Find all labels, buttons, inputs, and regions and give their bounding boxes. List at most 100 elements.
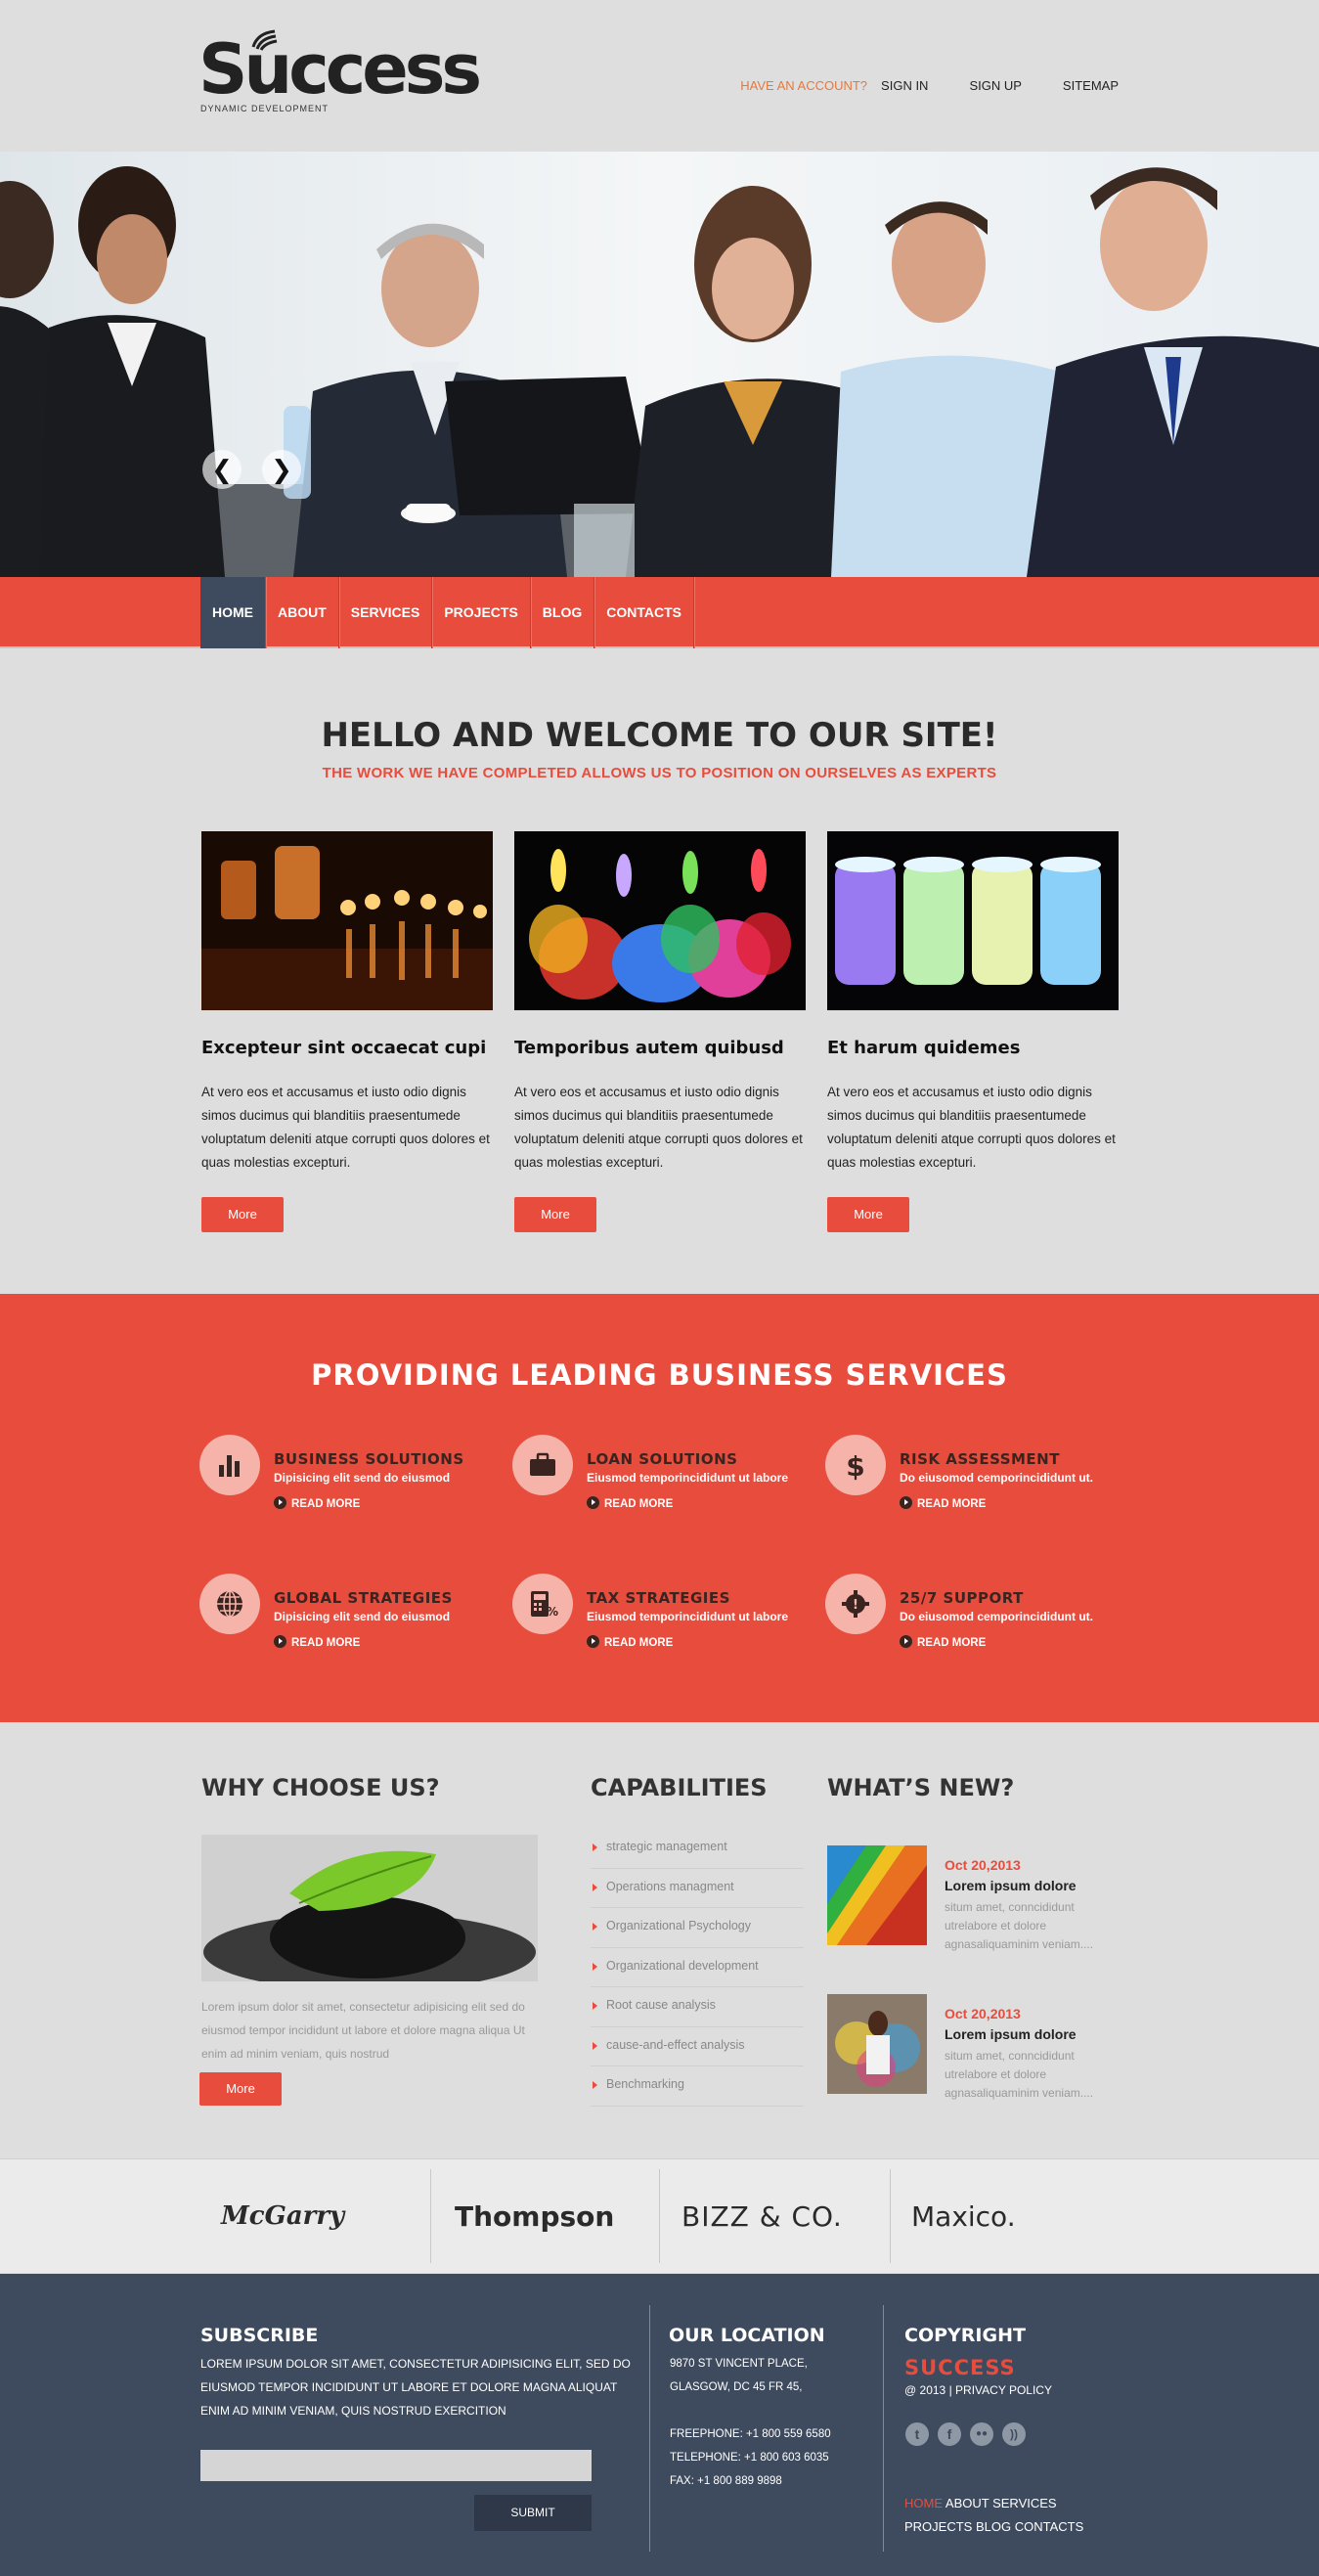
capability-item[interactable]: strategic management bbox=[591, 1829, 804, 1869]
header: Success DYNAMIC DEVELOPMENT HAVE AN ACCO… bbox=[0, 0, 1319, 152]
footer-link-blog[interactable]: BLOG bbox=[976, 2519, 1011, 2534]
footer-links-row-1: HOME ABOUT SERVICES bbox=[904, 2492, 1057, 2515]
sign-up-link[interactable]: SIGN UP bbox=[969, 78, 1021, 98]
main-nav: HOME ABOUT SERVICES PROJECTS BLOG CONTAC… bbox=[0, 577, 1319, 648]
bar-chart-icon bbox=[199, 1435, 260, 1495]
service-read-more[interactable]: READ MORE bbox=[274, 1496, 360, 1510]
support-gear-icon: ! bbox=[825, 1574, 886, 1634]
service-read-more[interactable]: READ MORE bbox=[587, 1635, 673, 1649]
location-telephone: TELEPHONE: +1 800 603 6035 bbox=[670, 2452, 829, 2464]
feature-text: At vero eos et accusamus et iusto odio d… bbox=[827, 1085, 1116, 1170]
nav-about[interactable]: ABOUT bbox=[266, 577, 339, 648]
subscribe-email-input[interactable] bbox=[200, 2450, 592, 2481]
service-item: BUSINESS SOLUTIONS Dipisicing elit send … bbox=[199, 1435, 493, 1513]
news-item: Oct 20,2013 Lorem ipsum dolore situm ame… bbox=[827, 1994, 1121, 2102]
arrow-circle-icon bbox=[274, 1635, 286, 1648]
why-more-button[interactable]: More bbox=[199, 2072, 282, 2106]
location-address-2: GLASGOW, DC 45 FR 45, bbox=[670, 2381, 803, 2393]
news-thumbnail[interactable] bbox=[827, 1994, 927, 2094]
calculator-icon: % bbox=[512, 1574, 573, 1634]
feature-card: Temporibus autem quibusd At vero eos et … bbox=[514, 831, 806, 1232]
logo-text: Success bbox=[198, 29, 482, 110]
feature-text: At vero eos et accusamus et iusto odio d… bbox=[201, 1085, 490, 1170]
logo[interactable]: Success DYNAMIC DEVELOPMENT bbox=[198, 29, 482, 119]
top-nav: HAVE AN ACCOUNT? SIGN IN SIGN UP SITEMAP bbox=[726, 78, 1119, 98]
nav-blog[interactable]: BLOG bbox=[531, 577, 595, 648]
footer-divider bbox=[883, 2305, 884, 2552]
hero-slider: ❮ ❯ bbox=[0, 152, 1319, 577]
service-item: $ RISK ASSESSMENT Do eiusomod cemporinci… bbox=[825, 1435, 1119, 1513]
footer-link-projects[interactable]: PROJECTS bbox=[904, 2519, 972, 2534]
service-item: LOAN SOLUTIONS Eiusmod temporincididunt … bbox=[512, 1435, 806, 1513]
nav-home[interactable]: HOME bbox=[200, 577, 266, 648]
welcome-title: HELLO AND WELCOME TO OUR SITE! bbox=[321, 716, 998, 755]
arrow-circle-icon bbox=[900, 1635, 912, 1648]
nav-contacts[interactable]: CONTACTS bbox=[594, 577, 694, 648]
service-title: TAX STRATEGIES bbox=[587, 1589, 730, 1607]
nav-services[interactable]: SERVICES bbox=[339, 577, 433, 648]
capability-item[interactable]: Operations managment bbox=[591, 1869, 804, 1908]
news-thumbnail[interactable] bbox=[827, 1845, 927, 1945]
slider-prev-button[interactable]: ❮ bbox=[202, 450, 242, 489]
feature-more-button[interactable]: More bbox=[514, 1197, 596, 1232]
svg-text:%: % bbox=[547, 1605, 558, 1619]
service-read-more[interactable]: READ MORE bbox=[900, 1496, 986, 1510]
copyright-line: @ 2013 | PRIVACY POLICY bbox=[904, 2378, 1052, 2402]
client-logo-bizz[interactable]: BIZZ & CO. bbox=[681, 2159, 843, 2274]
welcome-subtitle: THE WORK WE HAVE COMPLETED ALLOWS US TO … bbox=[322, 765, 997, 781]
subscribe-text: LOREM IPSUM DOLOR SIT AMET, CONSECTETUR … bbox=[200, 2357, 631, 2418]
feature-more-button[interactable]: More bbox=[201, 1197, 284, 1232]
subscribe-submit-button[interactable]: SUBMIT bbox=[474, 2495, 592, 2531]
sign-in-link[interactable]: SIGN IN bbox=[881, 78, 928, 98]
briefcase-icon bbox=[512, 1435, 573, 1495]
footer-link-about[interactable]: ABOUT bbox=[945, 2496, 989, 2510]
slider-next-button[interactable]: ❯ bbox=[262, 450, 301, 489]
footer-link-home[interactable]: HOME bbox=[904, 2496, 943, 2510]
capability-item[interactable]: cause-and-effect analysis bbox=[591, 2027, 804, 2066]
news-item: Oct 20,2013 Lorem ipsum dolore situm ame… bbox=[827, 1845, 1121, 1953]
capability-item[interactable]: Benchmarking bbox=[591, 2066, 804, 2107]
service-desc: Eiusmod temporincididunt ut labore bbox=[587, 1471, 789, 1485]
client-logo-mcgarry[interactable]: McGarry bbox=[221, 2159, 344, 2274]
copyright-separator: | bbox=[948, 2383, 952, 2397]
why-title: WHY CHOOSE US? bbox=[201, 1774, 440, 1801]
capability-item[interactable]: Organizational Psychology bbox=[591, 1908, 804, 1948]
service-item: % TAX STRATEGIES Eiusmod temporincididun… bbox=[512, 1574, 806, 1652]
have-account-link[interactable]: HAVE AN ACCOUNT? bbox=[740, 78, 867, 98]
sitemap-link[interactable]: SITEMAP bbox=[1063, 78, 1119, 98]
svg-text:$: $ bbox=[846, 1450, 864, 1481]
services-title: PROVIDING LEADING BUSINESS SERVICES bbox=[311, 1358, 1008, 1392]
rss-icon[interactable]: )) bbox=[1002, 2422, 1026, 2446]
client-logo-thompson[interactable]: Thompson bbox=[455, 2159, 614, 2274]
service-read-more[interactable]: READ MORE bbox=[274, 1635, 360, 1649]
service-title: 25/7 SUPPORT bbox=[900, 1589, 1024, 1607]
capability-item[interactable]: Organizational development bbox=[591, 1948, 804, 1987]
flickr-icon[interactable]: ●● bbox=[970, 2422, 993, 2446]
client-divider bbox=[659, 2169, 660, 2263]
service-read-more[interactable]: READ MORE bbox=[587, 1496, 673, 1510]
services-section: PROVIDING LEADING BUSINESS SERVICES BUSI… bbox=[0, 1294, 1319, 1722]
client-logo-maxico[interactable]: Maxico. bbox=[911, 2159, 1016, 2274]
footer-link-services[interactable]: SERVICES bbox=[992, 2496, 1057, 2510]
whats-new-title: WHAT’S NEW? bbox=[827, 1774, 1015, 1801]
location-fax: FAX: +1 800 889 9898 bbox=[670, 2475, 782, 2487]
news-headline[interactable]: Lorem ipsum dolore bbox=[945, 2026, 1077, 2042]
privacy-policy-link[interactable]: PRIVACY POLICY bbox=[955, 2383, 1052, 2397]
service-read-more[interactable]: READ MORE bbox=[900, 1635, 986, 1649]
feature-more-button[interactable]: More bbox=[827, 1197, 909, 1232]
feature-title: Temporibus autem quibusd bbox=[514, 1038, 784, 1058]
globe-icon bbox=[199, 1574, 260, 1634]
nav-projects[interactable]: PROJECTS bbox=[432, 577, 531, 648]
subscribe-title: SUBSCRIBE bbox=[200, 2325, 319, 2346]
news-headline[interactable]: Lorem ipsum dolore bbox=[945, 1878, 1077, 1893]
feature-image bbox=[514, 831, 806, 1010]
news-text: situm amet, conncididunt utrelabore et d… bbox=[945, 2049, 1094, 2100]
arrow-circle-icon bbox=[587, 1496, 599, 1509]
twitter-icon[interactable]: t bbox=[905, 2422, 929, 2446]
copyright-brand: SUCCESS bbox=[904, 2356, 1016, 2379]
facebook-icon[interactable]: f bbox=[938, 2422, 961, 2446]
footer-link-contacts[interactable]: CONTACTS bbox=[1015, 2519, 1084, 2534]
location-title: OUR LOCATION bbox=[669, 2325, 825, 2346]
capability-item[interactable]: Root cause analysis bbox=[591, 1987, 804, 2027]
feature-text: At vero eos et accusamus et iusto odio d… bbox=[514, 1085, 803, 1170]
